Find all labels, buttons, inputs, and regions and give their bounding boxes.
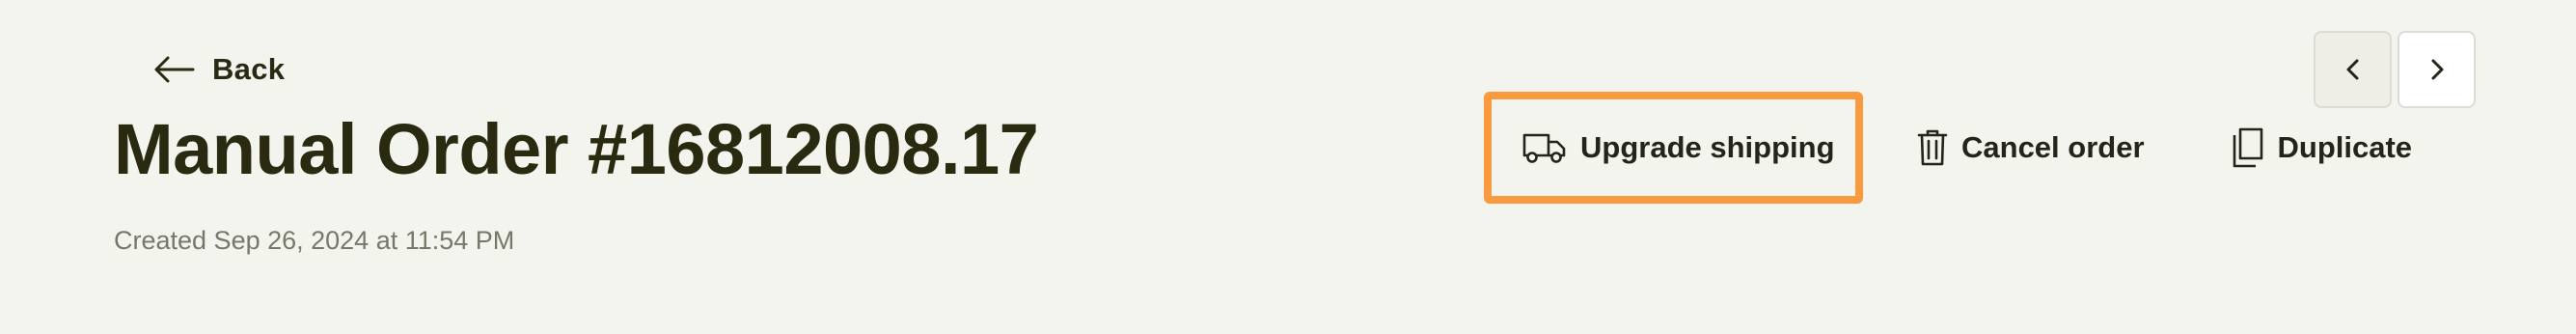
back-label: Back [212,52,286,86]
created-timestamp: Created Sep 26, 2024 at 11:54 PM [114,226,515,255]
duplicate-button[interactable]: Duplicate [2230,127,2413,168]
cancel-order-label: Cancel order [1961,130,2145,164]
order-pager [2314,31,2476,108]
duplicate-label: Duplicate [2277,130,2413,164]
upgrade-shipping-button[interactable]: Upgrade shipping [1484,92,1863,204]
cancel-order-button[interactable]: Cancel order [1917,128,2145,167]
page-title: Manual Order #16812008.17 [114,109,1039,189]
arrow-left-icon [154,56,195,83]
copy-icon [2233,127,2262,168]
order-header: Back Manual Order #16812008.17 Created S… [0,0,2576,334]
truck-icon [1522,133,1566,163]
previous-order-button[interactable] [2314,31,2392,108]
trash-icon [1917,129,1948,166]
chevron-left-icon [2346,59,2358,80]
order-actions: Upgrade shipping Cancel order Duplicate [1484,92,2412,204]
chevron-right-icon [2431,59,2443,80]
upgrade-shipping-label: Upgrade shipping [1580,130,1835,164]
next-order-button[interactable] [2398,31,2476,108]
back-link[interactable]: Back [154,50,285,89]
